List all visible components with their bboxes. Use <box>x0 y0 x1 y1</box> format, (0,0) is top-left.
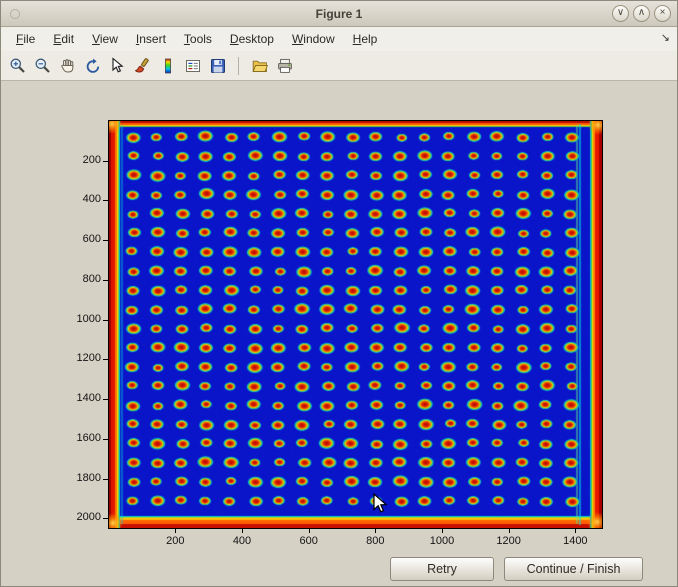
menu-window[interactable]: Window <box>283 29 344 49</box>
x-tick-label: 800 <box>353 535 397 547</box>
y-tick-label: 600 <box>1 233 101 245</box>
continue-finish-button[interactable]: Continue / Finish <box>504 557 643 581</box>
x-tick-mark <box>175 528 176 533</box>
retry-button[interactable]: Retry <box>390 557 494 581</box>
y-tick-label: 1400 <box>1 392 101 404</box>
window-app-icon <box>10 9 20 19</box>
data-cursor-icon[interactable] <box>106 54 129 77</box>
y-tick-mark <box>103 439 108 440</box>
zoom-out-icon[interactable] <box>31 54 54 77</box>
maximize-button[interactable]: ∧ <box>633 5 650 22</box>
x-tick-mark <box>509 528 510 533</box>
y-tick-label: 200 <box>1 154 101 166</box>
y-tick-mark <box>103 359 108 360</box>
x-tick-label: 400 <box>220 535 264 547</box>
figure-window: Figure 1 ∨ ∧ × File Edit View Insert Too… <box>0 0 678 587</box>
y-tick-label: 1000 <box>1 313 101 325</box>
open-folder-icon[interactable] <box>248 54 271 77</box>
y-tick-label: 400 <box>1 193 101 205</box>
menu-view[interactable]: View <box>83 29 127 49</box>
toolbar-separator <box>238 57 239 75</box>
x-tick-label: 1400 <box>553 535 597 547</box>
mouse-cursor <box>373 493 388 515</box>
menu-insert[interactable]: Insert <box>127 29 175 49</box>
menu-help[interactable]: Help <box>344 29 387 49</box>
save-icon[interactable] <box>206 54 229 77</box>
pan-icon[interactable] <box>56 54 79 77</box>
brush-icon[interactable] <box>131 54 154 77</box>
menubar: File Edit View Insert Tools Desktop Wind… <box>1 27 677 51</box>
titlebar[interactable]: Figure 1 ∨ ∧ × <box>1 1 677 27</box>
y-tick-mark <box>103 479 108 480</box>
y-tick-mark <box>103 399 108 400</box>
x-tick-label: 1200 <box>487 535 531 547</box>
y-tick-mark <box>103 240 108 241</box>
y-tick-label: 800 <box>1 273 101 285</box>
minimize-button[interactable]: ∨ <box>612 5 629 22</box>
legend-icon[interactable] <box>181 54 204 77</box>
x-tick-mark <box>575 528 576 533</box>
y-tick-mark <box>103 161 108 162</box>
toolbar <box>1 51 677 81</box>
figure-canvas-area: Retry Continue / Finish 200 400 600 800 1000… <box>1 81 678 587</box>
menu-tools[interactable]: Tools <box>175 29 221 49</box>
y-tick-label: 2000 <box>1 511 101 523</box>
y-tick-label: 1200 <box>1 352 101 364</box>
window-title: Figure 1 <box>1 7 677 21</box>
x-tick-label: 600 <box>287 535 331 547</box>
window-controls: ∨ ∧ × <box>612 5 671 22</box>
x-tick-mark <box>442 528 443 533</box>
dock-figure-icon[interactable]: ↘ <box>661 31 670 44</box>
zoom-in-icon[interactable] <box>6 54 29 77</box>
y-tick-label: 1800 <box>1 472 101 484</box>
x-tick-mark <box>309 528 310 533</box>
plot-axes[interactable] <box>108 120 603 529</box>
x-tick-label: 1000 <box>420 535 464 547</box>
y-tick-mark <box>103 320 108 321</box>
colorbar-icon[interactable] <box>156 54 179 77</box>
y-tick-mark <box>103 200 108 201</box>
rotate-3d-icon[interactable] <box>81 54 104 77</box>
close-button[interactable]: × <box>654 5 671 22</box>
y-tick-mark <box>103 518 108 519</box>
y-tick-label: 1600 <box>1 432 101 444</box>
x-tick-mark <box>242 528 243 533</box>
print-icon[interactable] <box>273 54 296 77</box>
menu-desktop[interactable]: Desktop <box>221 29 283 49</box>
menu-file[interactable]: File <box>7 29 44 49</box>
x-tick-label: 200 <box>153 535 197 547</box>
menu-edit[interactable]: Edit <box>44 29 83 49</box>
heatmap-canvas[interactable] <box>109 121 602 528</box>
y-tick-mark <box>103 280 108 281</box>
x-tick-mark <box>375 528 376 533</box>
